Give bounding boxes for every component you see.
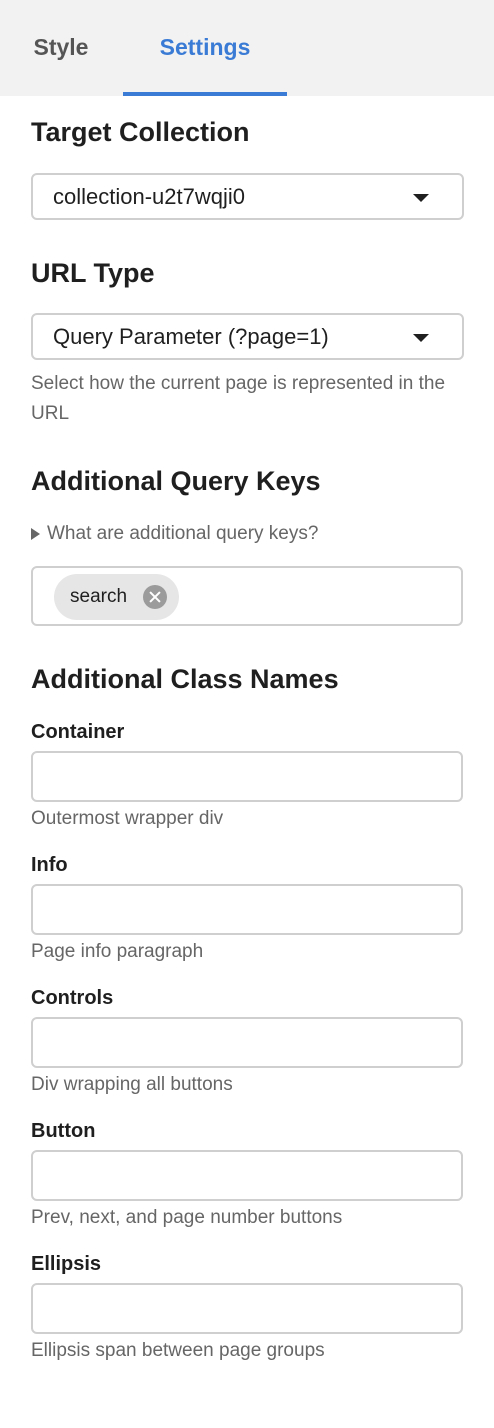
container-hint: Outermost wrapper div	[31, 808, 224, 829]
container-input[interactable]	[31, 751, 463, 802]
info-label: Info	[31, 854, 68, 876]
tab-bar: Style Settings	[0, 0, 494, 96]
ellipsis-label: Ellipsis	[31, 1253, 102, 1275]
close-circle-icon[interactable]	[143, 585, 167, 609]
caret-down-icon	[413, 334, 429, 342]
active-tab-indicator	[123, 92, 287, 96]
controls-label: Controls	[31, 987, 114, 1009]
controls-input[interactable]	[31, 1017, 463, 1068]
triangle-right-icon	[31, 528, 40, 540]
query-keys-disclosure-label: What are additional query keys?	[47, 523, 319, 544]
query-keys-heading: Additional Query Keys	[31, 466, 321, 496]
target-collection-heading: Target Collection	[31, 117, 250, 147]
info-hint: Page info paragraph	[31, 941, 204, 962]
info-input[interactable]	[31, 884, 463, 935]
tab-settings[interactable]: Settings	[123, 0, 287, 96]
button-hint: Prev, next, and page number buttons	[31, 1207, 343, 1228]
query-keys-tag-input[interactable]: search	[31, 566, 463, 626]
target-collection-select[interactable]: collection-u2t7wqji0	[31, 173, 464, 220]
tab-style[interactable]: Style	[0, 0, 122, 96]
tag-label: search	[70, 586, 128, 607]
controls-hint: Div wrapping all buttons	[31, 1074, 233, 1095]
ellipsis-hint: Ellipsis span between page groups	[31, 1340, 325, 1361]
caret-down-icon	[413, 194, 429, 202]
ellipsis-input[interactable]	[31, 1283, 463, 1334]
class-names-heading: Additional Class Names	[31, 664, 339, 694]
tag-chip: search	[54, 574, 179, 620]
url-type-heading: URL Type	[31, 258, 155, 288]
url-type-help: Select how the current page is represent…	[31, 373, 446, 424]
button-input[interactable]	[31, 1150, 463, 1201]
container-label: Container	[31, 721, 125, 743]
url-type-select[interactable]: Query Parameter (?page=1)	[31, 313, 464, 360]
query-keys-disclosure[interactable]: What are additional query keys?	[31, 521, 318, 547]
url-type-value: Query Parameter (?page=1)	[53, 323, 329, 349]
button-label: Button	[31, 1120, 96, 1142]
target-collection-value: collection-u2t7wqji0	[53, 183, 245, 209]
